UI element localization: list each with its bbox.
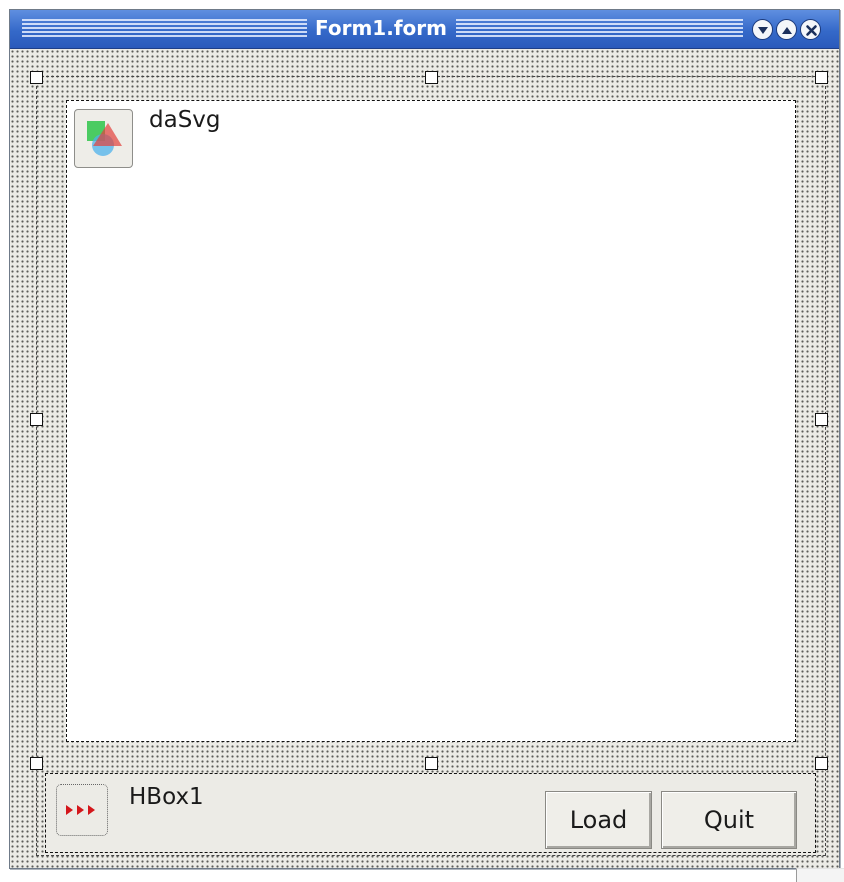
window-title: Form1.form [315, 16, 447, 40]
resize-handle-bottom-left[interactable] [30, 757, 43, 770]
quit-button[interactable]: Quit [661, 791, 797, 849]
desktop-corner-fragment [796, 868, 844, 882]
close-x-icon [806, 25, 817, 36]
resize-handle-top-left[interactable] [30, 71, 43, 84]
title-bar[interactable]: Form1.form [10, 10, 839, 49]
resize-handle-top-right[interactable] [815, 71, 828, 84]
resize-handle-middle-left[interactable] [30, 413, 43, 426]
maximize-button[interactable] [776, 19, 797, 40]
hbox-container[interactable]: HBox1 Load Quit [45, 773, 816, 853]
form-designer-window: Form1.form daSvg HBox1 Load Quit [9, 9, 840, 869]
svg-control[interactable]: daSvg [66, 100, 796, 742]
load-button[interactable]: Load [545, 791, 652, 849]
minimize-button[interactable] [752, 19, 773, 40]
resize-handle-bottom-right[interactable] [815, 757, 828, 770]
title-grip-right [456, 19, 743, 39]
hbox-arrows-icon [56, 784, 108, 836]
resize-handle-middle-right[interactable] [815, 413, 828, 426]
triangle-down-icon [758, 27, 768, 34]
close-button[interactable] [800, 19, 821, 40]
resize-handle-bottom-center[interactable] [425, 757, 438, 770]
svg-shapes-icon [74, 109, 133, 168]
svg-control-name: daSvg [149, 107, 221, 133]
hbox-name: HBox1 [129, 784, 204, 810]
title-grip-left [22, 19, 307, 39]
resize-handle-top-center[interactable] [425, 71, 438, 84]
triangle-up-icon [782, 27, 792, 34]
form-canvas[interactable]: daSvg HBox1 Load Quit [10, 49, 839, 868]
